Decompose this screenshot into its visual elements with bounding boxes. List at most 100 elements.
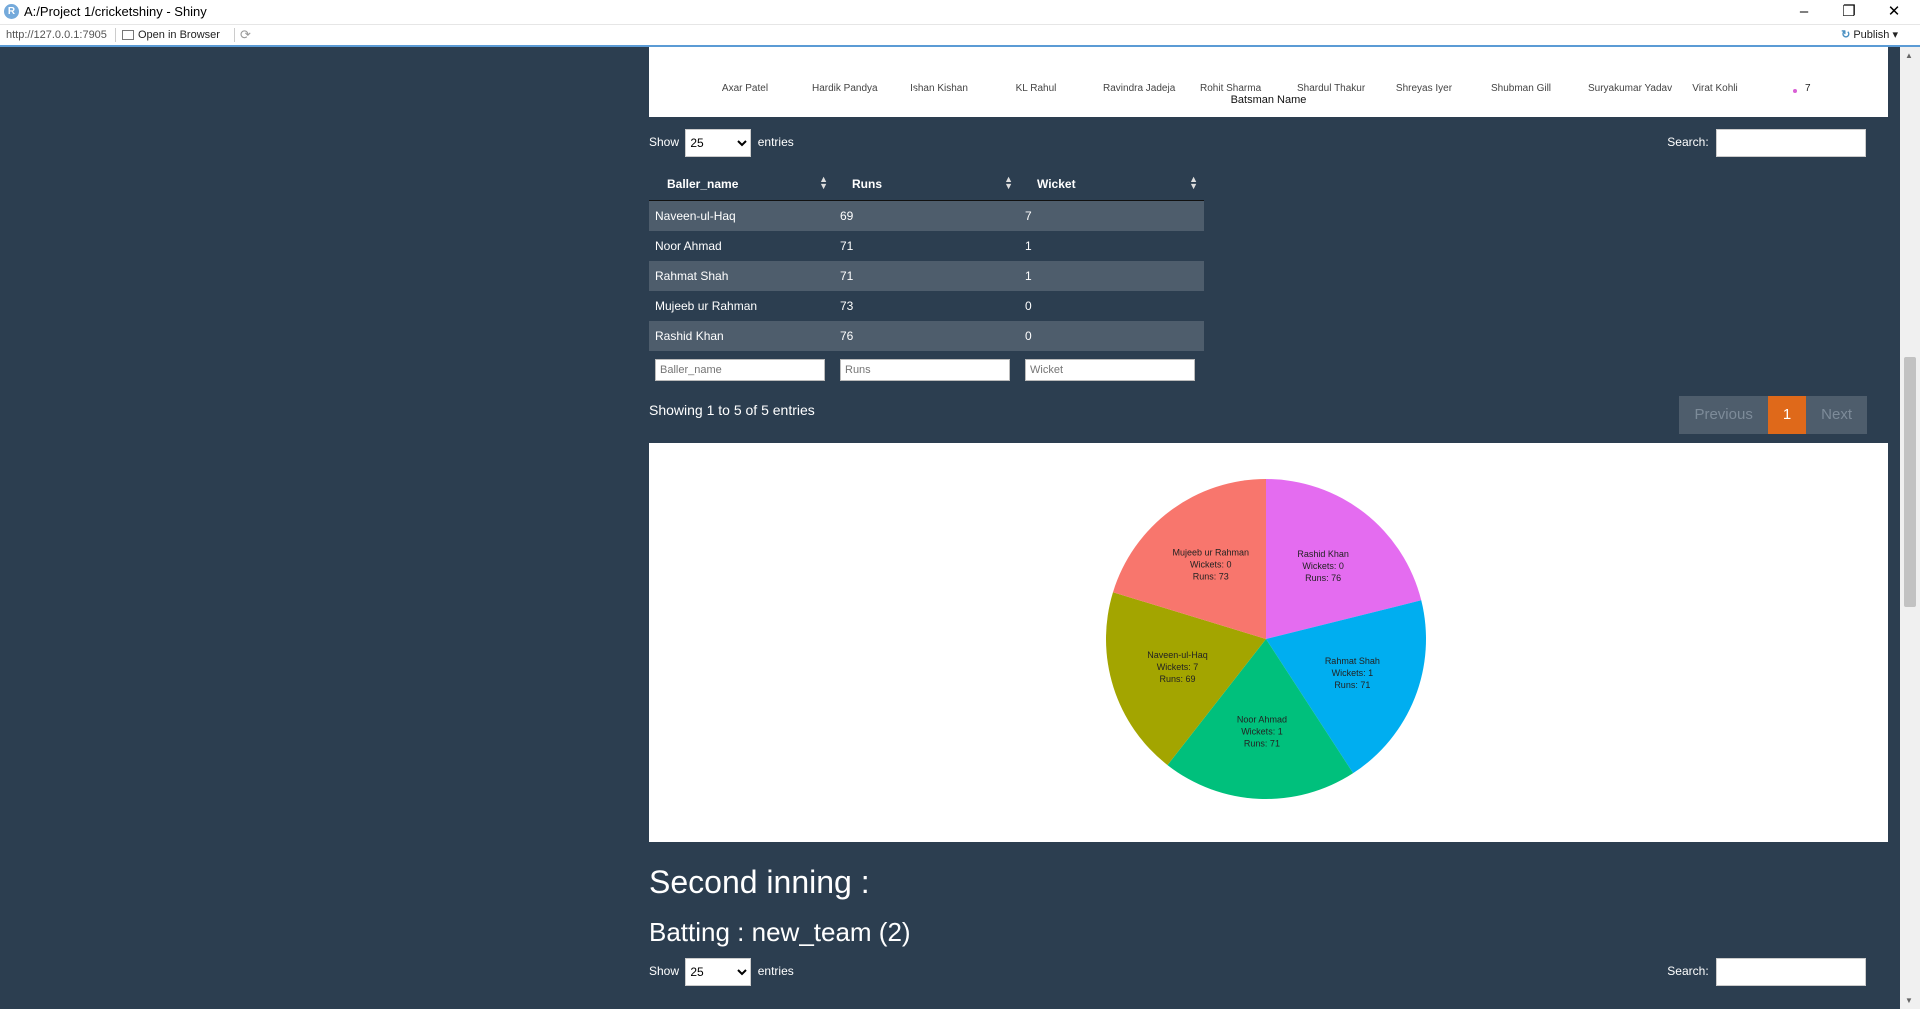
pie-slice-label: Wickets: 1	[1332, 668, 1374, 678]
publish-icon: ↻	[1841, 29, 1851, 41]
pie-slice-label: Wickets: 7	[1157, 662, 1199, 672]
length-control: Show 25 entries	[649, 958, 794, 986]
publish-button[interactable]: ↻ Publish ▾	[1841, 28, 1898, 41]
separator	[234, 28, 235, 42]
pie-slice-label: Wickets: 0	[1302, 561, 1344, 571]
filter-cell	[834, 351, 1019, 389]
r-logo-icon: R	[4, 4, 19, 19]
vertical-scrollbar[interactable]: ▲ ▼	[1900, 47, 1920, 1009]
x-tick-label: Shardul Thakur	[1297, 83, 1366, 94]
column-label: Runs	[852, 177, 882, 191]
bowling-heading: Bowling : new_team (2)	[649, 85, 921, 115]
table-row[interactable]: Noor Ahmad 71 1	[649, 231, 1204, 261]
open-in-browser-label: Open in Browser	[138, 29, 220, 41]
cell-wicket: 1	[1025, 239, 1032, 253]
pie-slice-label: Wickets: 1	[1241, 727, 1283, 737]
pagination: Previous 1 Next	[1679, 396, 1867, 434]
pie-slice-label: Rahmat Shah	[1325, 656, 1380, 666]
bowling-table: Baller_name ▲ ▼ Runs ▲ ▼ Wicket ▲ ▼ Naveen-ul-…	[649, 168, 1204, 389]
search-label: Search:	[1667, 135, 1709, 150]
scroll-up-icon[interactable]: ▲	[1905, 51, 1913, 60]
window-title: A:/Project 1/cricketshiny - Shiny	[24, 4, 207, 19]
filter-wicket-input[interactable]	[1025, 359, 1195, 381]
x-tick-label: Shubman Gill	[1491, 83, 1552, 94]
pie-slice-label: Runs: 73	[1193, 571, 1229, 581]
column-label: Baller_name	[667, 177, 739, 191]
length-control: Show 25 entries	[649, 129, 794, 157]
cell-runs: 69	[834, 200, 1019, 231]
next-button[interactable]: Next	[1806, 396, 1867, 434]
table-row[interactable]: Naveen-ul-Haq 69 7	[649, 200, 1204, 231]
pie-slice-label: Runs: 71	[1244, 739, 1280, 749]
pie-slice-label: Wickets: 0	[1190, 559, 1232, 569]
cell-runs: 76	[834, 321, 1019, 351]
filter-runs-input[interactable]	[840, 359, 1010, 381]
pie-slice-label: Rashid Khan	[1297, 549, 1349, 559]
table-row[interactable]: Rahmat Shah 71 1	[649, 261, 1204, 291]
legend-value: 7	[1805, 83, 1811, 94]
page-length-select[interactable]: 25	[685, 129, 752, 157]
show-label: Show	[649, 135, 680, 150]
search-label: Search:	[1667, 964, 1709, 979]
cell-wicket: 0	[1025, 299, 1032, 313]
cell-baller-name: Mujeeb ur Rahman	[655, 299, 758, 313]
cell-baller-name: Noor Ahmad	[655, 239, 722, 253]
bowling-pie-chart: Rashid Khan Wickets: 0 Runs: 76 Rahmat Shah…	[649, 443, 1888, 842]
pie-svg: Rashid Khan Wickets: 0 Runs: 76 Rahmat Shah…	[1106, 479, 1426, 799]
cell-baller-name: Rahmat Shah	[649, 261, 834, 291]
search-control: Search:	[1667, 958, 1866, 986]
x-tick-label: Ravindra Jadeja	[1103, 83, 1176, 94]
window-titlebar: R A:/Project 1/cricketshiny - Shiny – ❐ …	[0, 0, 1920, 25]
minimize-icon[interactable]: –	[1784, 1, 1824, 23]
publish-label: Publish	[1853, 29, 1890, 41]
x-tick-label: Suryakumar Yadav	[1588, 83, 1673, 94]
entries-label: entries	[757, 135, 794, 150]
previous-button[interactable]: Previous	[1679, 396, 1768, 434]
window-icon	[122, 30, 134, 41]
sort-icon: ▲ ▼	[819, 174, 828, 191]
x-tick-label: KL Rahul	[1015, 83, 1057, 94]
cell-runs: 71	[840, 239, 854, 253]
cell-runs: 73	[840, 299, 854, 313]
open-in-browser-button[interactable]: Open in Browser	[122, 29, 220, 41]
sort-icon: ▲ ▼	[1189, 174, 1198, 191]
cell-wicket: 1	[1019, 261, 1204, 291]
table-row[interactable]: Rashid Khan 76 0	[649, 321, 1204, 351]
sort-icon: ▲ ▼	[1004, 174, 1013, 191]
cell-baller-name: Rashid Khan	[649, 321, 834, 351]
scrollbar-thumb[interactable]	[1904, 357, 1916, 607]
show-label: Show	[649, 964, 680, 979]
pie-slice-label: Runs: 71	[1334, 680, 1370, 690]
column-header-wicket[interactable]: Wicket ▲ ▼	[1019, 168, 1204, 201]
entries-label: entries	[757, 964, 794, 979]
search-control: Search:	[1667, 129, 1866, 157]
column-label: Wicket	[1037, 177, 1076, 191]
x-tick-label: Shreyas Iyer	[1395, 83, 1453, 94]
table-row[interactable]: Mujeeb ur Rahman 73 0	[649, 291, 1204, 321]
cell-wicket: 7	[1019, 200, 1204, 231]
pie-slice-label: Naveen-ul-Haq	[1147, 650, 1208, 660]
filter-row	[649, 351, 1204, 389]
separator	[115, 28, 116, 42]
cell-baller-name: Naveen-ul-Haq	[649, 200, 834, 231]
pie-slice-label: Runs: 76	[1305, 573, 1341, 583]
filter-baller-name-input[interactable]	[655, 359, 825, 381]
second-inning-heading: Second inning :	[649, 864, 870, 900]
pie-slice-label: Noor Ahmad	[1237, 715, 1287, 725]
restore-icon[interactable]: ❐	[1829, 1, 1869, 23]
batting-heading: Batting : new_team (2)	[649, 917, 911, 947]
address-bar: http://127.0.0.1:7905 Open in Browser ⟳ …	[0, 25, 1920, 47]
search-input[interactable]	[1716, 958, 1866, 986]
search-input[interactable]	[1716, 129, 1866, 157]
refresh-icon[interactable]: ⟳	[240, 27, 251, 43]
page-length-select[interactable]: 25	[685, 958, 752, 986]
column-header-runs[interactable]: Runs ▲ ▼	[834, 168, 1019, 201]
url-text[interactable]: http://127.0.0.1:7905	[6, 29, 107, 41]
column-header-baller-name[interactable]: Baller_name ▲ ▼	[649, 168, 834, 201]
page-1-button[interactable]: 1	[1767, 396, 1807, 434]
cell-runs: 71	[834, 261, 1019, 291]
scroll-down-icon[interactable]: ▼	[1905, 996, 1913, 1005]
pie-slice-label: Mujeeb ur Rahman	[1173, 547, 1250, 557]
close-icon[interactable]: ✕	[1874, 1, 1914, 23]
cell-wicket: 0	[1019, 321, 1204, 351]
